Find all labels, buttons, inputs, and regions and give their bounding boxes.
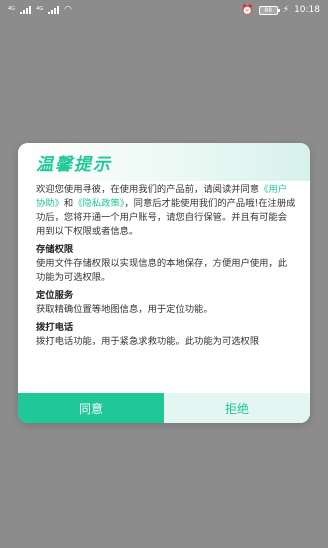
refuse-button[interactable]: 拒绝 — [164, 393, 310, 423]
wifi-icon: ◠ — [64, 5, 72, 15]
status-time: 10:18 — [294, 5, 320, 15]
status-left: 4G 4G ◠ — [8, 5, 72, 15]
signal-icon-2 — [48, 6, 60, 14]
status-bar: 4G 4G ◠ ⏰ 88 ⚡ 10:18 — [0, 0, 328, 20]
network-type-label-2: 4G — [36, 6, 44, 12]
status-right: ⏰ 88 ⚡ 10:18 — [241, 5, 320, 16]
phone-call-title: 拨打电话 — [36, 322, 74, 333]
phone-call-text: 拨打电话功能，用于紧急求救功能。此功能为可选权限 — [36, 336, 260, 347]
dialog-body[interactable]: 欢迎您使用寻彼，在使用我们的产品前，请阅读并同意《用户协助》和《隐私政策》，同意… — [18, 181, 310, 393]
intro-and: 和 — [63, 198, 74, 209]
storage-permission-text: 使用文件存储权限以实现信息的本地保存，方便用户使用，此功能为可选权限。 — [36, 258, 288, 283]
storage-permission-title: 存储权限 — [36, 244, 74, 255]
charging-icon: ⚡ — [282, 5, 290, 15]
dialog-footer: 同意 拒绝 — [18, 393, 310, 423]
battery-icon: 88 — [258, 5, 280, 15]
intro-text: 欢迎您使用寻彼，在使用我们的产品前，请阅读并同意《用户协助》和《隐私政策》，同意… — [36, 183, 296, 239]
battery-level: 88 — [264, 6, 273, 14]
privacy-policy-link[interactable]: 《隐私政策》 — [73, 198, 124, 209]
alarm-icon: ⏰ — [241, 4, 254, 16]
signal-icon — [20, 6, 32, 14]
network-type-label: 4G — [8, 6, 16, 12]
dialog-title: 温馨提示 — [36, 154, 112, 175]
privacy-dialog: 温馨提示 欢迎您使用寻彼，在使用我们的产品前，请阅读并同意《用户协助》和《隐私政… — [18, 143, 310, 423]
intro-part1: 欢迎您使用寻彼，在使用我们的产品前，请阅读并同意 — [36, 184, 260, 195]
dialog-header: 温馨提示 — [18, 143, 310, 181]
location-service-text: 获取精确位置等地图信息，用于定位功能。 — [36, 304, 213, 315]
agree-button[interactable]: 同意 — [18, 393, 164, 423]
location-service-title: 定位服务 — [36, 290, 74, 301]
